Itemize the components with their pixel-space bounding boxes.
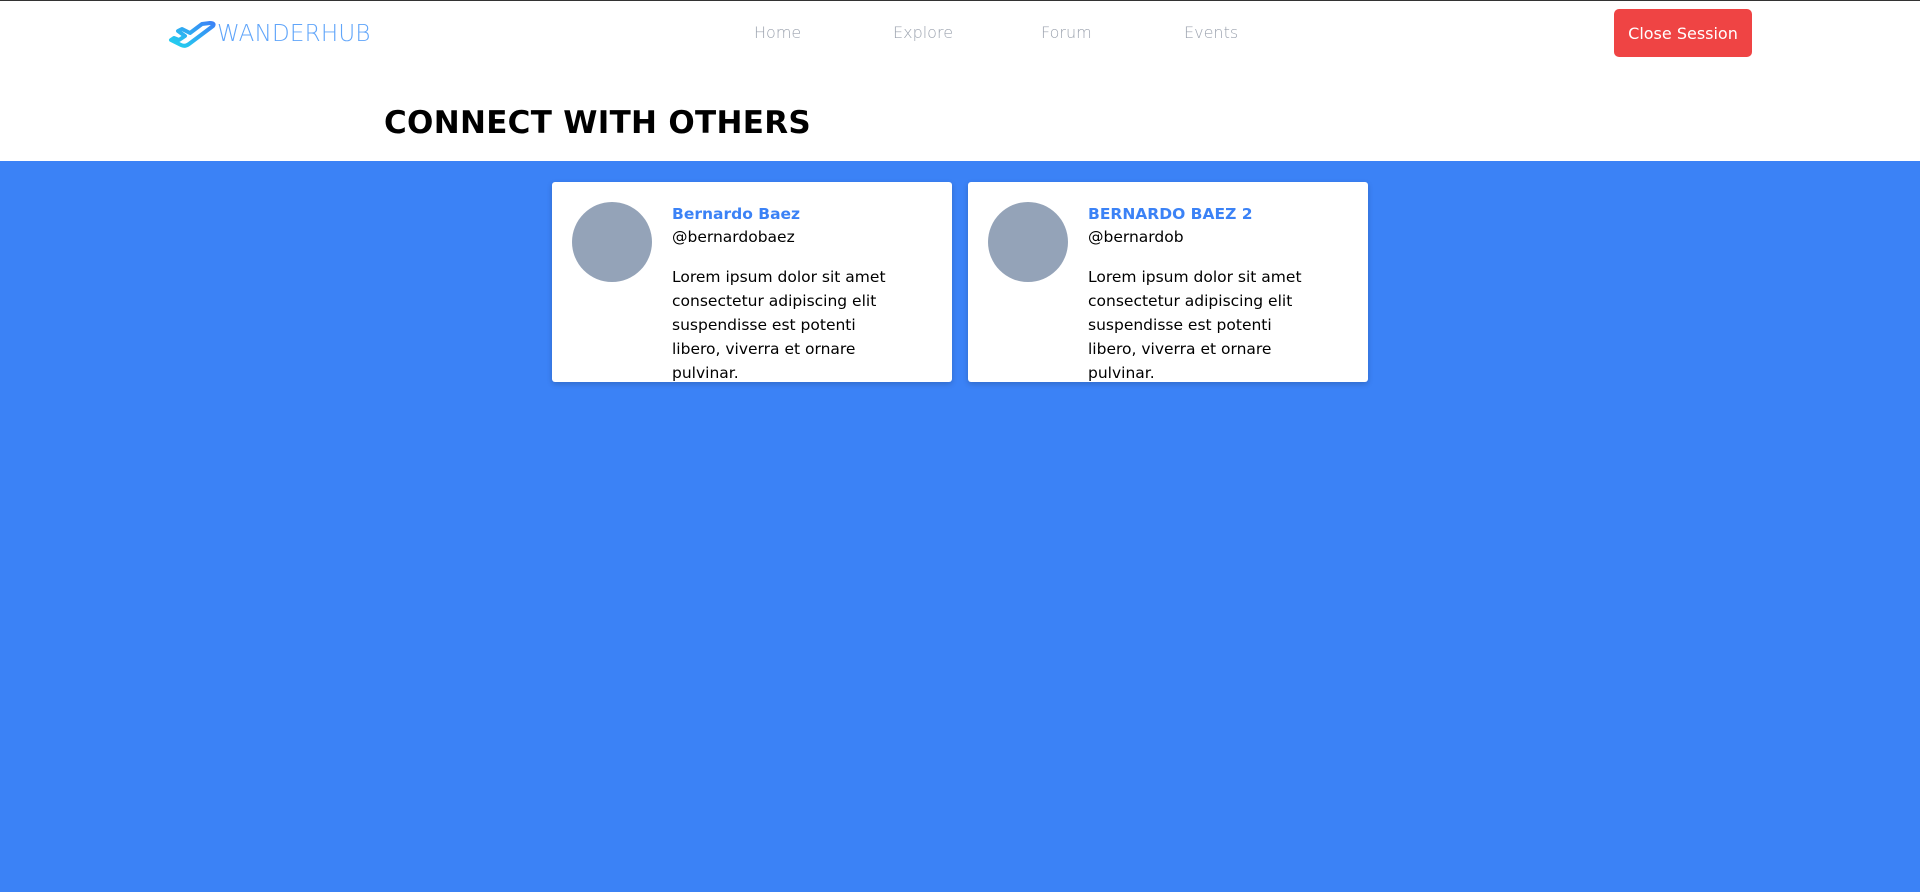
user-name[interactable]: Bernardo Baez (672, 203, 932, 225)
navbar: WANDERHUB Home Explore Forum Events Clos… (0, 1, 1920, 66)
user-card[interactable]: Bernardo Baez @bernardobaez Lorem ipsum … (552, 182, 952, 382)
avatar[interactable] (572, 202, 652, 282)
page-title: CONNECT WITH OTHERS (384, 105, 811, 141)
user-bio: Lorem ipsum dolor sit amet consectetur a… (672, 268, 886, 382)
page: WANDERHUB Home Explore Forum Events Clos… (0, 0, 1920, 892)
close-session-button[interactable]: Close Session (1614, 9, 1752, 57)
users-section: Bernardo Baez @bernardobaez Lorem ipsum … (0, 161, 1920, 892)
user-card-body: Bernardo Baez @bernardobaez Lorem ipsum … (672, 203, 932, 385)
user-bio: Lorem ipsum dolor sit amet consectetur a… (1088, 268, 1302, 382)
nav-events-link[interactable]: Events (1184, 23, 1238, 42)
user-name[interactable]: BERNARDO BAEZ 2 (1088, 203, 1348, 225)
user-card[interactable]: BERNARDO BAEZ 2 @bernardob Lorem ipsum d… (968, 182, 1368, 382)
user-handle: @bernardob (1088, 228, 1184, 246)
nav-forum-link[interactable]: Forum (1041, 23, 1092, 42)
user-handle: @bernardobaez (672, 228, 795, 246)
avatar[interactable] (988, 202, 1068, 282)
nav-home-link[interactable]: Home (754, 23, 801, 42)
nav-explore-link[interactable]: Explore (893, 23, 953, 42)
user-card-body: BERNARDO BAEZ 2 @bernardob Lorem ipsum d… (1088, 203, 1348, 385)
